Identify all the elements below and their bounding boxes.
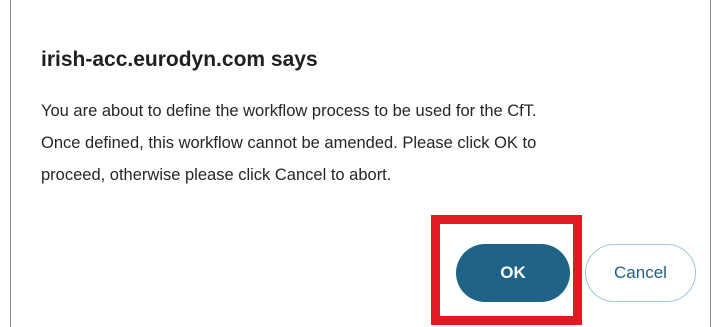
dialog-title: irish-acc.eurodyn.com says [41,48,318,71]
confirm-dialog: irish-acc.eurodyn.com says You are about… [10,0,711,327]
message-line: You are about to define the workflow pro… [41,102,537,120]
dialog-message: You are about to define the workflow pro… [41,95,691,191]
message-line: Once defined, this workflow cannot be am… [41,134,537,152]
message-line: proceed, otherwise please click Cancel t… [41,166,392,184]
ok-button[interactable]: OK [456,244,570,302]
cancel-button[interactable]: Cancel [585,244,696,302]
